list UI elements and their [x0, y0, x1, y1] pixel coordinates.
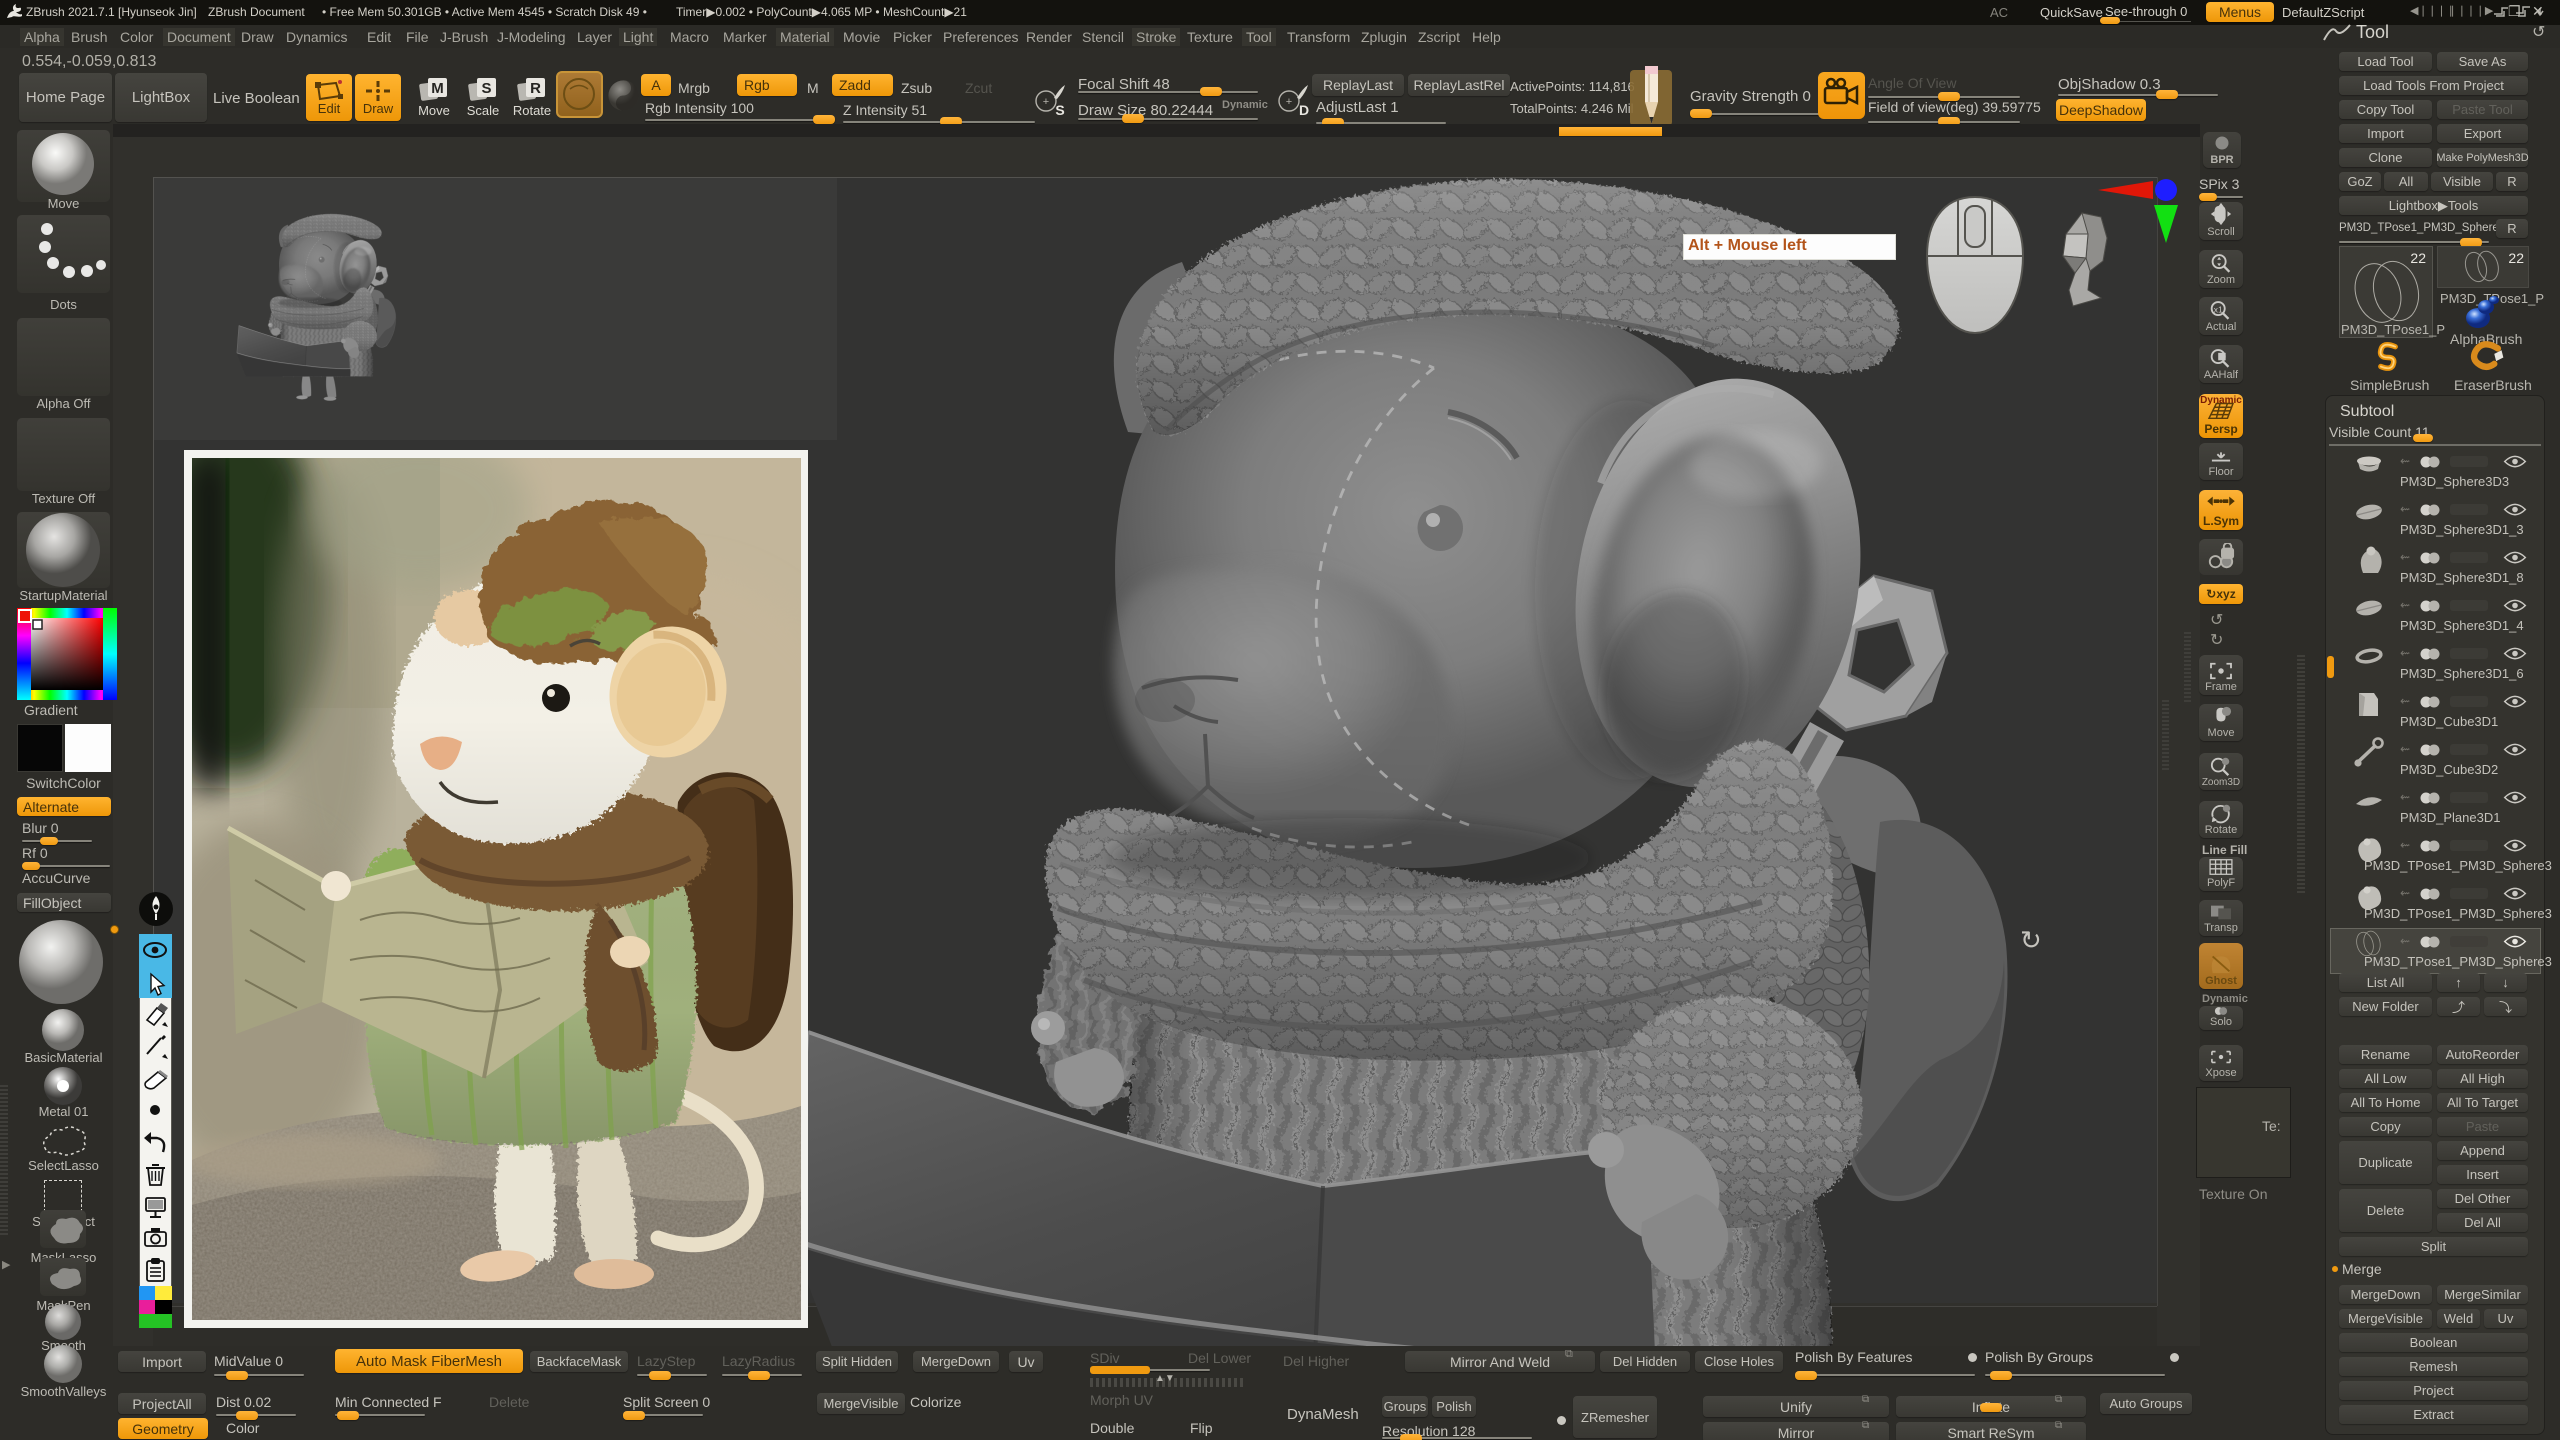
- svg-text:22: 22: [2508, 250, 2524, 266]
- svg-text:x1: x1: [2214, 304, 2223, 314]
- svg-text:22: 22: [2410, 250, 2426, 266]
